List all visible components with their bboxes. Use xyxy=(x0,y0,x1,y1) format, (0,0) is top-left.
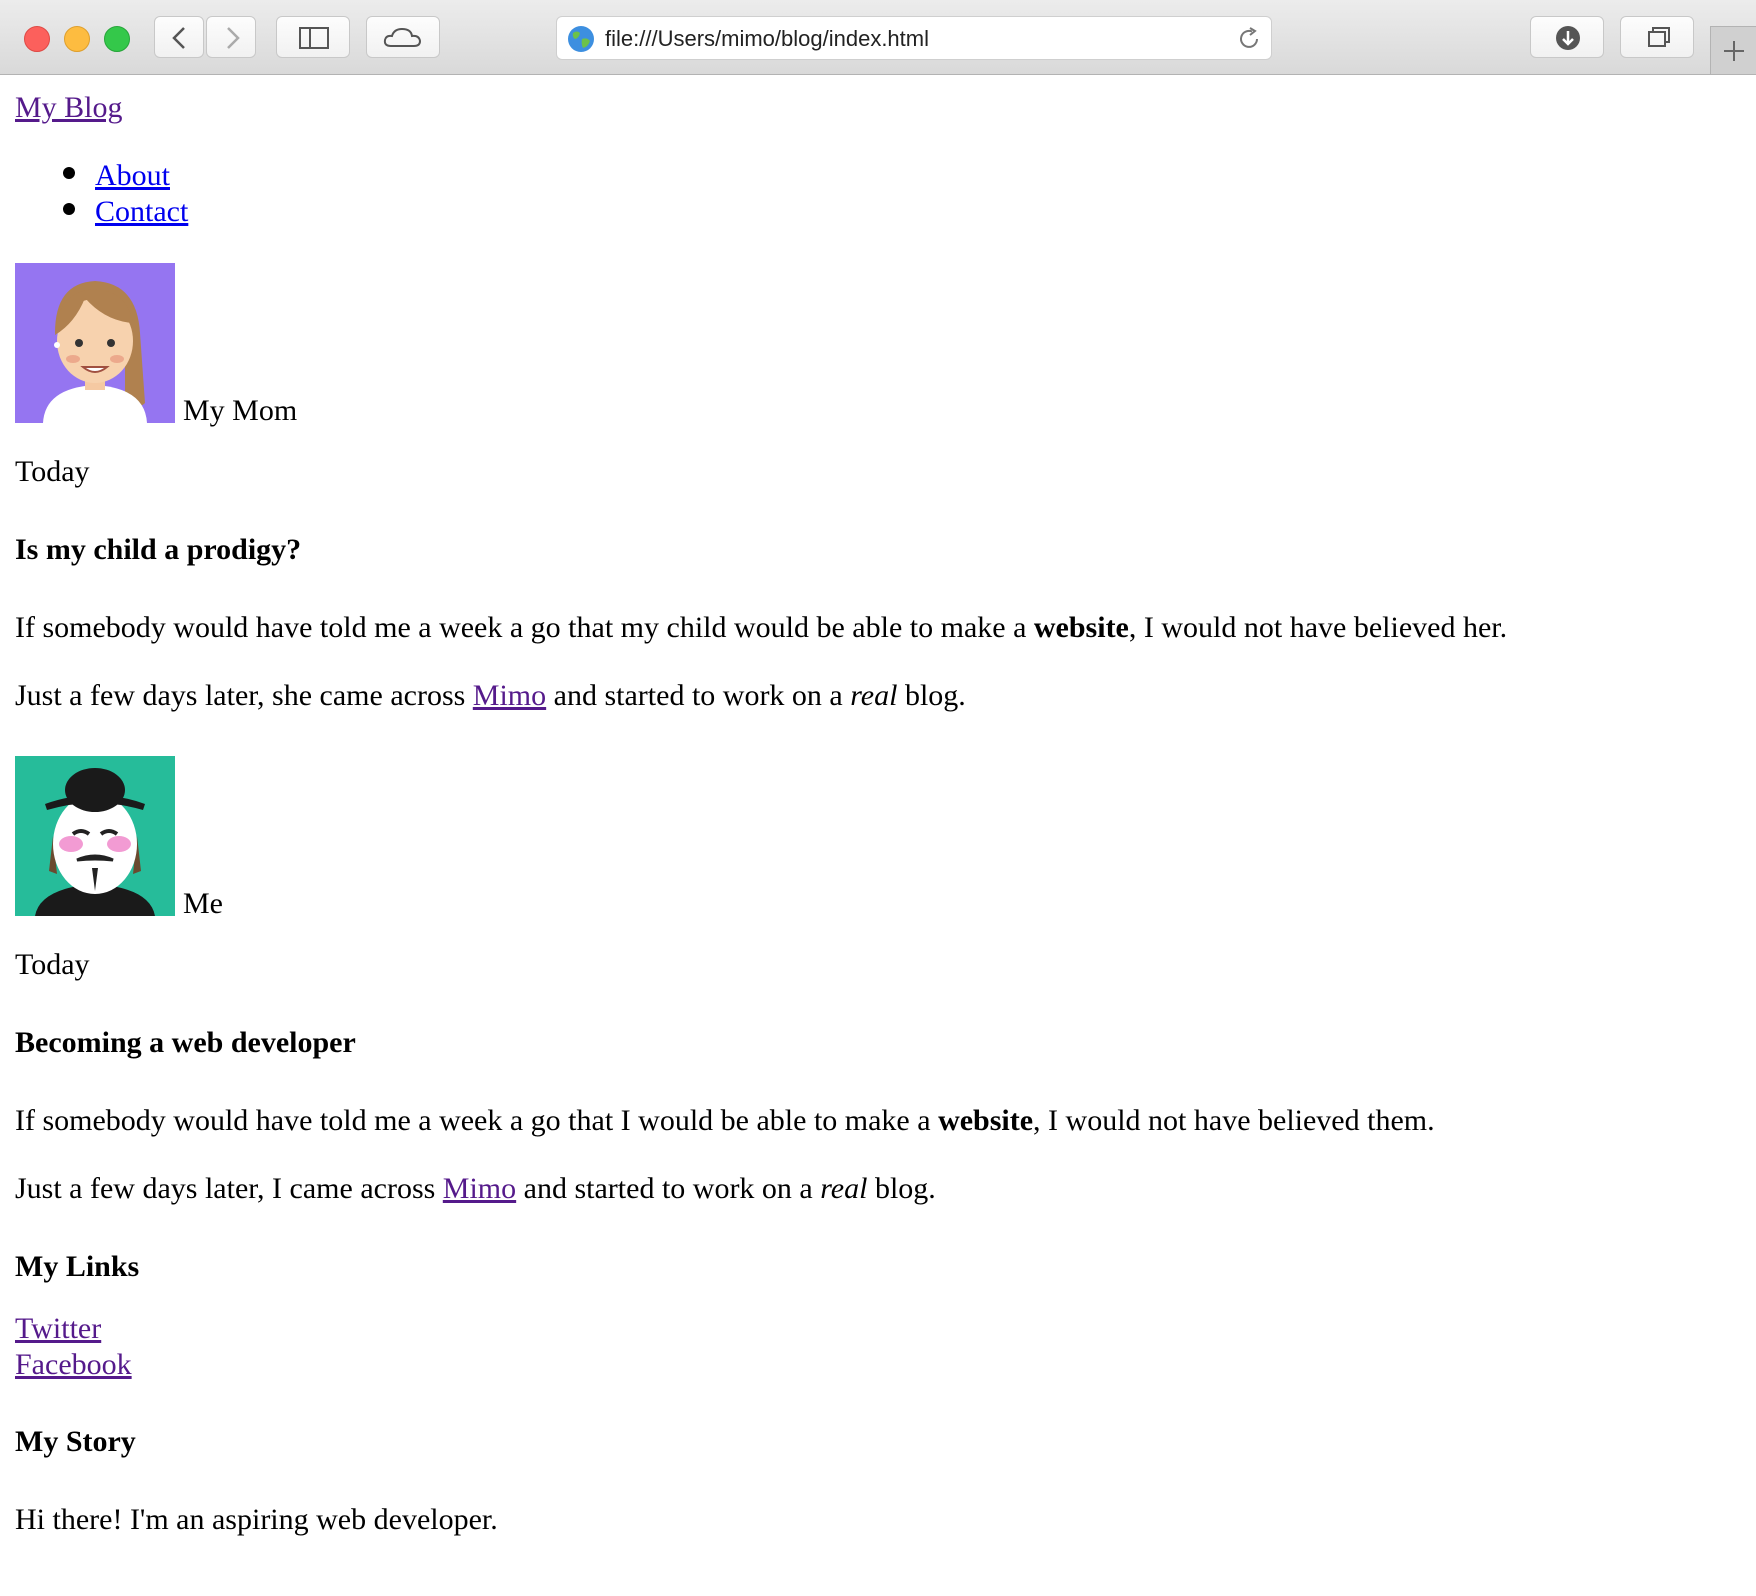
show-tabs-button[interactable] xyxy=(1620,16,1694,58)
sidebar-button[interactable] xyxy=(276,16,350,58)
blog-title-link[interactable]: My Blog xyxy=(15,91,123,124)
post-title: Is my child a prodigy? xyxy=(15,533,302,566)
links-heading: My Links xyxy=(15,1250,140,1283)
globe-icon xyxy=(568,26,594,52)
nav-about-link[interactable]: About xyxy=(95,159,170,192)
icloud-tabs-button[interactable] xyxy=(366,16,440,58)
twitter-link[interactable]: Twitter xyxy=(15,1312,101,1345)
address-bar[interactable]: file:///Users/mimo/blog/index.html xyxy=(556,16,1272,60)
mimo-link[interactable]: Mimo xyxy=(473,679,546,712)
bullet xyxy=(63,203,75,215)
close-window-button[interactable] xyxy=(24,26,50,52)
chevron-left-icon xyxy=(172,27,185,49)
sidebar-icon xyxy=(299,27,329,49)
tabs-overview-icon xyxy=(1648,27,1670,47)
forward-button[interactable] xyxy=(206,16,256,58)
post-paragraph: If somebody would have told me a week a … xyxy=(15,611,1508,644)
nav-contact-link[interactable]: Contact xyxy=(95,195,188,228)
post-title: Becoming a web developer xyxy=(15,1026,356,1059)
mimo-link[interactable]: Mimo xyxy=(443,1172,516,1205)
downloads-button[interactable] xyxy=(1530,16,1604,58)
download-icon xyxy=(1556,26,1580,50)
minimize-window-button[interactable] xyxy=(64,26,90,52)
post-paragraph: If somebody would have told me a week a … xyxy=(15,1104,1435,1137)
back-button[interactable] xyxy=(154,16,204,58)
story-heading: My Story xyxy=(15,1425,136,1458)
post-date: Today xyxy=(15,948,90,981)
post-author: Me xyxy=(183,887,223,920)
bullet xyxy=(63,167,75,179)
maximize-window-button[interactable] xyxy=(104,26,130,52)
chevron-right-icon xyxy=(227,27,240,49)
mom-avatar xyxy=(15,263,175,423)
reload-icon[interactable] xyxy=(1235,25,1263,53)
browser-toolbar: file:///Users/mimo/blog/index.html xyxy=(0,0,1756,75)
post-author: My Mom xyxy=(183,394,298,427)
plus-icon xyxy=(1724,41,1744,61)
facebook-link[interactable]: Facebook xyxy=(15,1348,132,1381)
post-paragraph: Just a few days later, I came across Mim… xyxy=(15,1172,936,1205)
cloud-icon xyxy=(383,27,422,47)
story-text: Hi there! I'm an aspiring web developer. xyxy=(15,1503,498,1536)
new-tab-button[interactable] xyxy=(1710,26,1756,74)
post-date: Today xyxy=(15,455,90,488)
url-text: file:///Users/mimo/blog/index.html xyxy=(605,26,929,51)
me-avatar xyxy=(15,756,175,916)
post-paragraph: Just a few days later, she came across M… xyxy=(15,679,966,712)
blog-title: My Blog xyxy=(15,90,123,126)
